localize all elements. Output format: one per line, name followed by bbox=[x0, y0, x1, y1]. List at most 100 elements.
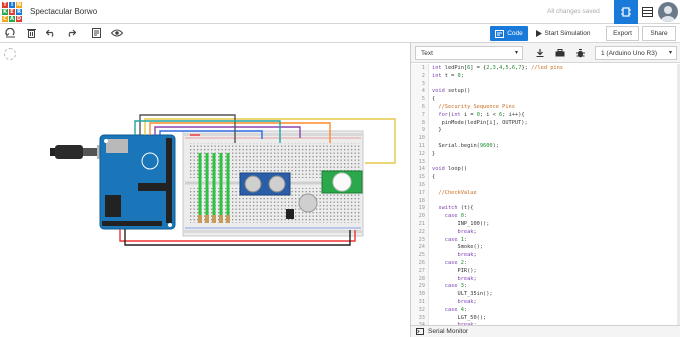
notes-icon bbox=[91, 28, 101, 38]
code-text: } bbox=[432, 127, 442, 134]
line-number: 5 bbox=[421, 96, 425, 103]
components-button[interactable] bbox=[553, 46, 567, 60]
arduino-uno-board[interactable] bbox=[99, 134, 176, 230]
rotate-icon bbox=[4, 28, 15, 38]
code-line[interactable]: 11 Serial.begin(9600); bbox=[411, 143, 677, 151]
delete-icon bbox=[26, 29, 36, 38]
serial-monitor-label: Serial Monitor bbox=[428, 328, 469, 335]
code-line[interactable]: 32 case 4: bbox=[411, 307, 677, 315]
code-line[interactable]: 29 case 3: bbox=[411, 283, 677, 291]
code-text: { bbox=[432, 96, 436, 103]
circuit-view-button[interactable] bbox=[614, 0, 638, 24]
code-text: } bbox=[432, 150, 436, 157]
code-line[interactable]: 30 ULT_35in(); bbox=[411, 291, 677, 299]
line-number: 23 bbox=[418, 236, 425, 243]
logo-cell: T bbox=[2, 2, 8, 8]
share-button[interactable]: Share bbox=[642, 26, 676, 41]
code-line[interactable]: 3 bbox=[411, 81, 677, 89]
code-line[interactable]: 8 pinMode(ledPin[i], OUTPUT); bbox=[411, 120, 677, 128]
logo-cell: E bbox=[9, 9, 15, 15]
delete-button[interactable] bbox=[24, 26, 38, 40]
line-number: 21 bbox=[418, 221, 425, 227]
user-avatar[interactable] bbox=[658, 2, 678, 22]
code-line[interactable]: 23 case 1: bbox=[411, 237, 677, 245]
code-text: Smoke(); bbox=[432, 244, 484, 251]
line-number: 9 bbox=[421, 127, 425, 134]
code-button[interactable]: Code bbox=[490, 26, 528, 41]
pir-sensor[interactable] bbox=[321, 170, 363, 194]
list-view-button[interactable] bbox=[639, 0, 656, 24]
code-text: break; bbox=[457, 299, 477, 305]
device-select[interactable]: 1 (Arduino Uno R3) ▾ bbox=[595, 46, 677, 60]
code-text: void loop() bbox=[432, 166, 468, 173]
save-status: All changes saved bbox=[547, 8, 600, 15]
export-button[interactable]: Export bbox=[606, 26, 639, 41]
line-number: 12 bbox=[418, 150, 425, 157]
redo-button[interactable] bbox=[64, 26, 78, 40]
code-line[interactable]: 22 break; bbox=[411, 229, 677, 237]
code-line[interactable]: 25 break; bbox=[411, 252, 677, 260]
rotate-button[interactable] bbox=[3, 26, 17, 40]
code-line[interactable]: 1 int ledPin[6] = {2,3,4,5,6,7}; //led pi… bbox=[411, 65, 677, 73]
code-line[interactable]: 7 for(int i = 0; i < 6; i++){ bbox=[411, 112, 677, 120]
logo-cell: K bbox=[2, 9, 8, 15]
code-line[interactable]: 16 bbox=[411, 182, 677, 190]
line-number: 30 bbox=[418, 291, 425, 298]
start-simulation-button[interactable]: Start Simulation bbox=[531, 26, 595, 41]
code-editor-panel: Text ▾ 1 (Arduino Uno R3) ▾ 1 int ledPin[… bbox=[410, 43, 680, 337]
editor-mode-select[interactable]: Text ▾ bbox=[415, 46, 523, 60]
code-line[interactable]: 12} bbox=[411, 151, 677, 159]
code-line[interactable]: 27 PIR(); bbox=[411, 268, 677, 276]
code-line[interactable]: 18 bbox=[411, 198, 677, 206]
code-text: case 4: bbox=[444, 306, 468, 313]
code-line[interactable]: 28 break; bbox=[411, 276, 677, 284]
logo-cell: D bbox=[16, 16, 22, 22]
circuit-canvas[interactable] bbox=[0, 43, 410, 337]
code-line[interactable]: 33 LGT_50(); bbox=[411, 315, 677, 323]
line-number: 26 bbox=[418, 260, 425, 266]
code-line[interactable]: 31 break; bbox=[411, 299, 677, 307]
code-line[interactable]: 13 bbox=[411, 159, 677, 167]
ultrasonic-sensor[interactable] bbox=[239, 172, 291, 196]
code-line[interactable]: 19 switch (t){ bbox=[411, 205, 677, 213]
download-button[interactable] bbox=[533, 46, 547, 60]
undo-button[interactable] bbox=[44, 26, 58, 40]
logo-cell: N bbox=[16, 2, 22, 8]
code-text: case 1: bbox=[444, 236, 468, 243]
line-number: 16 bbox=[418, 182, 425, 188]
code-line[interactable]: 26 case 2: bbox=[411, 260, 677, 268]
code-area[interactable]: 1 int ledPin[6] = {2,3,4,5,6,7}; //led pi… bbox=[411, 64, 677, 327]
serial-monitor-bar[interactable]: Serial Monitor bbox=[411, 325, 680, 337]
device-select-value: 1 (Arduino Uno R3) bbox=[601, 49, 657, 57]
line-number: 29 bbox=[418, 283, 425, 290]
code-line[interactable]: 6 //Security Sequence Pins bbox=[411, 104, 677, 112]
code-text: int ledPin[6] = {2,3,4,5,6,7}; //led pin… bbox=[432, 65, 563, 71]
code-line[interactable]: 5{ bbox=[411, 96, 677, 104]
line-number: 19 bbox=[418, 205, 425, 212]
code-text: //Security Sequence Pins bbox=[438, 104, 515, 110]
code-line[interactable]: 9 } bbox=[411, 127, 677, 135]
notes-button[interactable] bbox=[89, 26, 103, 40]
logo-cell: A bbox=[9, 16, 15, 22]
line-number: 15 bbox=[418, 174, 425, 181]
code-line[interactable]: 2 int t = 0; bbox=[411, 73, 677, 81]
project-title[interactable]: Spectacular Borwo bbox=[30, 7, 97, 16]
code-text: INP_100(); bbox=[432, 221, 490, 227]
line-number: 2 bbox=[421, 72, 425, 79]
code-text: break; bbox=[457, 275, 477, 282]
code-line[interactable]: 21 INP_100(); bbox=[411, 221, 677, 229]
tinkercad-logo[interactable]: T I N K E R C A D bbox=[2, 2, 22, 22]
code-line[interactable]: 14 void loop() bbox=[411, 166, 677, 174]
code-line[interactable]: 24 Smoke(); bbox=[411, 244, 677, 252]
debugger-button[interactable] bbox=[573, 46, 587, 60]
code-line[interactable]: 4 void setup() bbox=[411, 88, 677, 96]
code-line[interactable]: 15 { bbox=[411, 174, 677, 182]
code-text: //CheckValue bbox=[438, 189, 477, 196]
visibility-button[interactable] bbox=[110, 26, 124, 40]
line-number: 3 bbox=[421, 80, 425, 87]
code-line[interactable]: 20 case 0: bbox=[411, 213, 677, 221]
code-text: int t = 0; bbox=[432, 72, 464, 79]
code-line[interactable]: 10 bbox=[411, 135, 677, 143]
code-line[interactable]: 17 //CheckValue bbox=[411, 190, 677, 198]
chevron-down-icon: ▾ bbox=[514, 50, 518, 56]
